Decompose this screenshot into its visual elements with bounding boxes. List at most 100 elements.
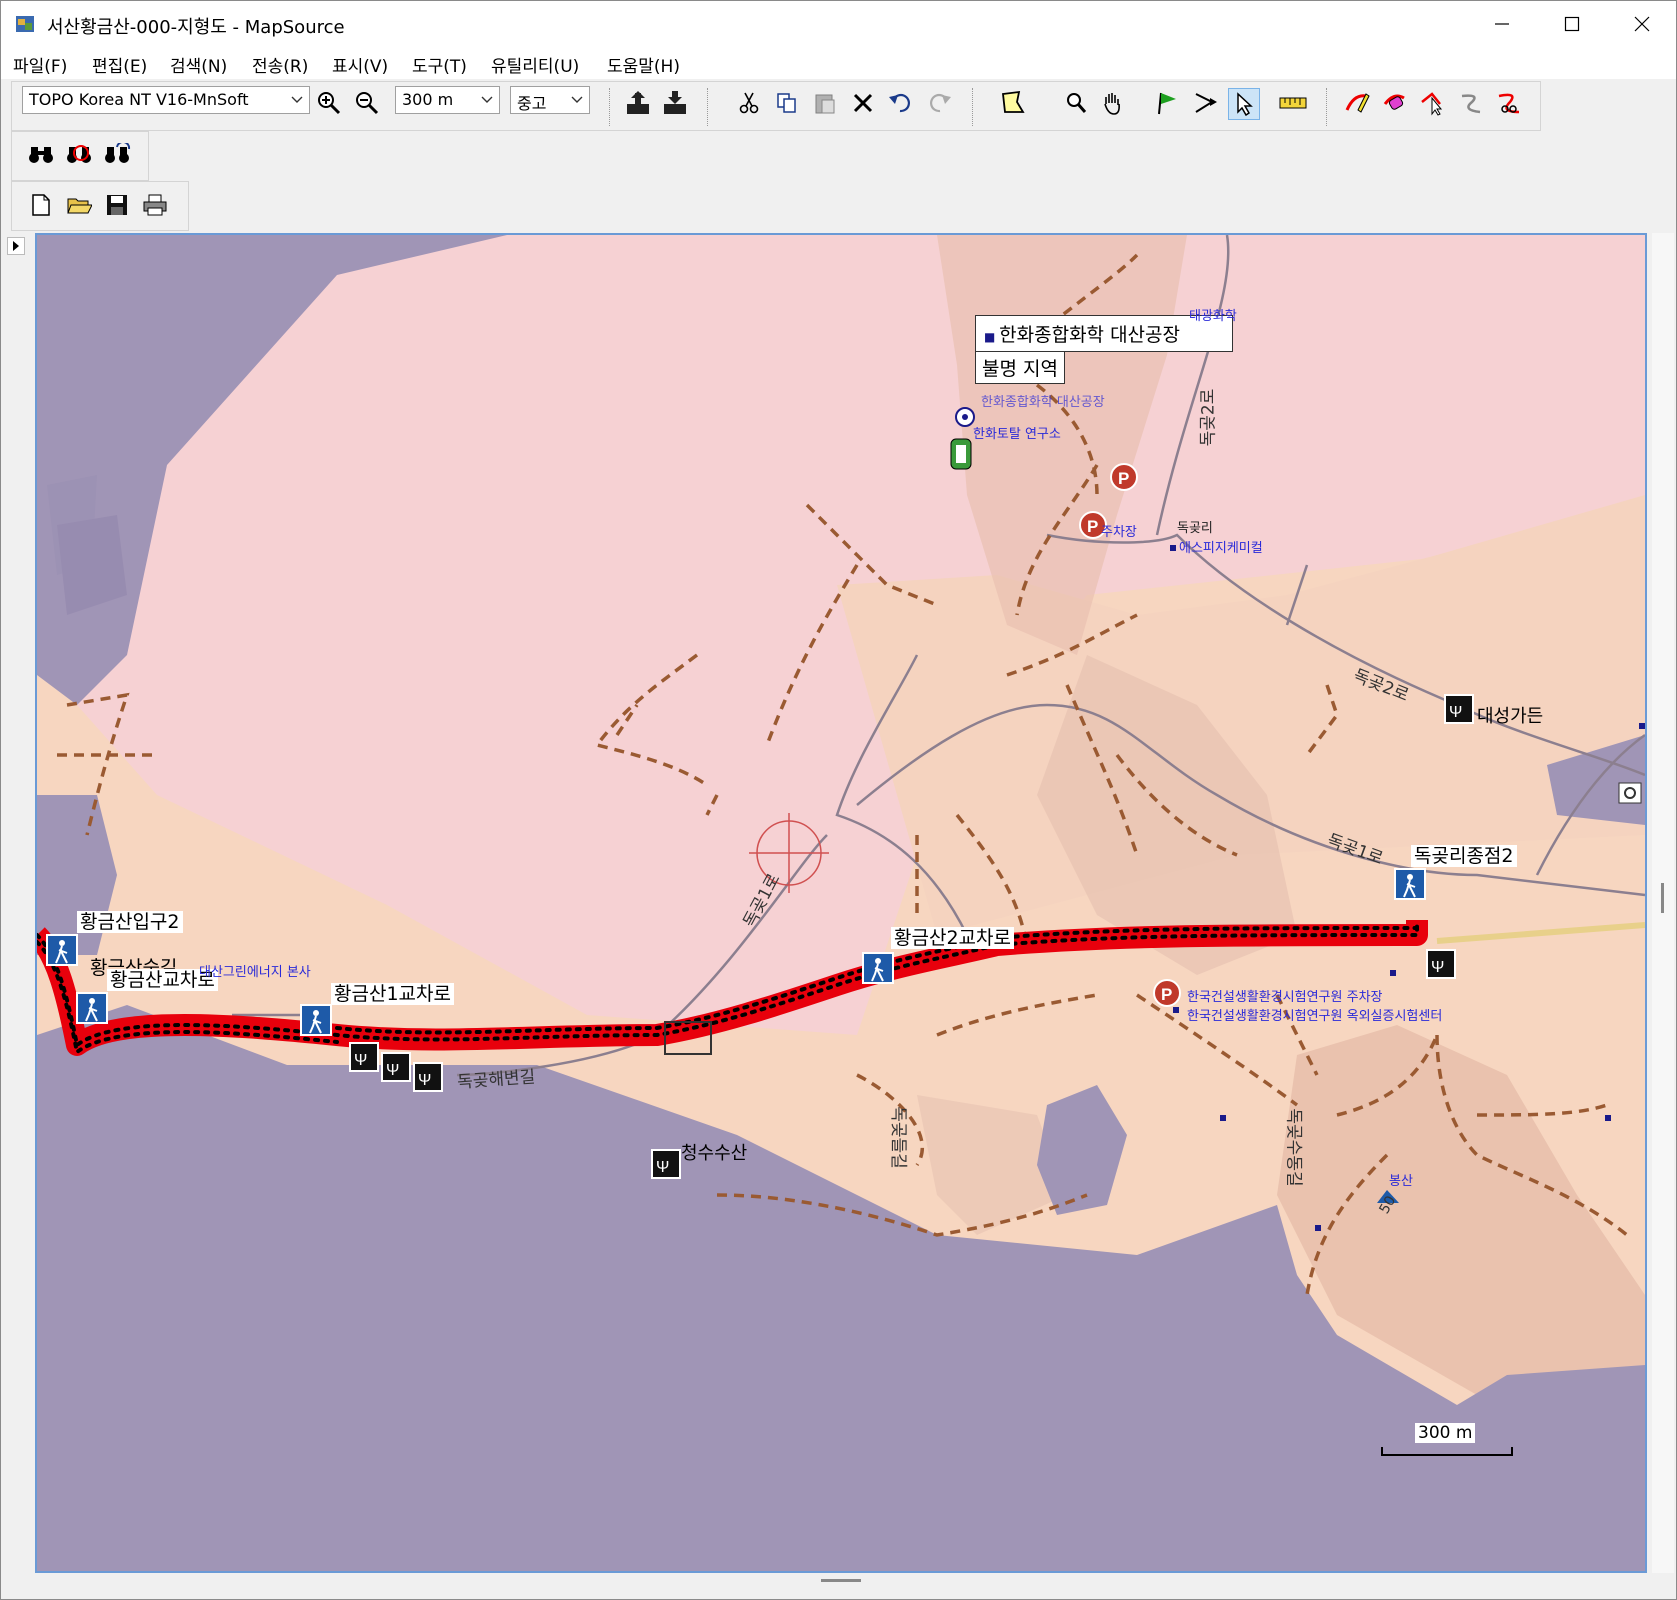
parking-icon[interactable]: P (1110, 463, 1138, 491)
menu-help[interactable]: 도움말(H) (607, 52, 680, 77)
poi-label[interactable]: 대성가든 (1477, 702, 1543, 728)
main-toolbar: TOPO Korea NT V16-MnSoft 300 m 중고 (11, 81, 1541, 131)
binoculars-refresh-icon (105, 143, 131, 163)
expand-right-icon (13, 241, 19, 251)
map-select-tool-button[interactable] (997, 88, 1027, 118)
landmark-icon[interactable] (955, 407, 975, 427)
menu-edit[interactable]: 편집(E) (92, 52, 147, 77)
hiker-waypoint-icon[interactable] (46, 934, 78, 966)
receive-from-device-button[interactable] (623, 88, 653, 118)
svg-text:Ψ: Ψ (1431, 959, 1444, 976)
poi-label[interactable]: 한화토탈 연구소 (973, 423, 1061, 442)
send-to-device-button[interactable] (660, 88, 690, 118)
zoom-in-button[interactable] (314, 88, 344, 118)
research-facility-icon[interactable] (950, 438, 972, 470)
poi-label[interactable]: 대산그린에너지 본사 (199, 961, 311, 980)
zoom-scale-select[interactable]: 300 m (395, 86, 500, 114)
detail-level-select[interactable]: 중고 (510, 86, 590, 114)
toolbar-separator (972, 88, 973, 126)
poi-label[interactable]: 주차장 (1101, 521, 1137, 540)
floppy-disk-icon (107, 195, 127, 215)
copy-icon (777, 93, 796, 113)
route-tool-button[interactable] (1190, 88, 1220, 118)
cut-button[interactable] (734, 88, 764, 118)
scrollbar-thumb[interactable] (1661, 883, 1664, 913)
poi-label[interactable]: 독곶리 (1177, 517, 1213, 536)
map-view[interactable]: P P P Ψ Ψ Ψ Ψ Ψ Ψ ■ 한화종합화학 대산공장 불명 지역 황금… (35, 233, 1647, 1573)
track-join-tool-button[interactable] (1456, 88, 1486, 118)
find-near-button[interactable] (64, 140, 94, 170)
menu-view[interactable]: 표시(V) (332, 52, 388, 77)
poi-label[interactable]: 한국건설생활환경시험연구원 옥외실증시험센터 (1187, 1005, 1442, 1024)
menu-bar: 파일(F) 편집(E) 검색(N) 전송(R) 표시(V) 도구(T) 유틸리티… (1, 47, 1676, 79)
zoom-tool-button[interactable] (1060, 88, 1090, 118)
poi-label[interactable]: 한화종합화학 대산공장 (981, 391, 1105, 410)
measure-tool-button[interactable] (1278, 88, 1308, 118)
restaurant-icon[interactable]: Ψ (1444, 694, 1474, 724)
restaurant-icon[interactable]: Ψ (651, 1149, 681, 1179)
track-select-tool-button[interactable] (1418, 88, 1448, 118)
mapsource-window: 서산황금산-000-지형도 - MapSource 파일(F) 편집(E) 검색… (0, 0, 1677, 1600)
new-file-button[interactable] (26, 190, 56, 220)
print-button[interactable] (140, 190, 170, 220)
hiker-waypoint-icon[interactable] (76, 992, 108, 1024)
find-toolbar (11, 131, 149, 181)
poi-label[interactable]: 태광화학 (1189, 305, 1237, 324)
zoom-out-button[interactable] (352, 88, 382, 118)
maximize-button[interactable] (1537, 1, 1607, 47)
waypoint-tool-button[interactable] (1152, 88, 1182, 118)
pan-tool-button[interactable] (1098, 88, 1128, 118)
paste-button[interactable] (810, 88, 840, 118)
poi-dot (1390, 970, 1396, 976)
undo-button[interactable] (886, 88, 916, 118)
poi-label[interactable]: 에스피지케미컬 (1179, 537, 1263, 556)
delete-button[interactable] (848, 88, 878, 118)
open-file-button[interactable] (64, 190, 94, 220)
minimize-button[interactable] (1467, 1, 1537, 47)
waypoint-label[interactable]: 황금산2교차로 (891, 927, 1014, 949)
close-button[interactable] (1607, 1, 1677, 47)
hiker-waypoint-icon[interactable] (1394, 868, 1426, 900)
menu-file[interactable]: 파일(F) (13, 52, 67, 77)
find-button[interactable] (26, 140, 56, 170)
horizontal-splitter-grip[interactable] (821, 1579, 861, 1582)
parking-icon[interactable]: P (1153, 979, 1181, 1007)
erase-tool-button[interactable] (1380, 88, 1410, 118)
toolbar-separator (609, 88, 610, 126)
copy-button[interactable] (772, 88, 802, 118)
zoom-out-icon (356, 92, 379, 115)
restaurant-icon[interactable]: Ψ (413, 1062, 443, 1092)
select-tool-button[interactable] (1228, 88, 1260, 120)
menu-tools[interactable]: 도구(T) (412, 52, 467, 77)
close-icon (1634, 16, 1650, 32)
redo-button[interactable] (924, 88, 954, 118)
binoculars-icon (29, 147, 53, 163)
save-file-button[interactable] (102, 190, 132, 220)
map-product-select[interactable]: TOPO Korea NT V16-MnSoft (22, 86, 310, 114)
poi-label[interactable]: 봉산 (1389, 1170, 1413, 1189)
tooltip-region-name: 불명 지역 (982, 358, 1058, 380)
menu-utilities[interactable]: 유틸리티(U) (491, 52, 579, 77)
camera-icon[interactable] (1618, 782, 1642, 804)
menu-search[interactable]: 검색(N) (170, 52, 227, 77)
menu-transfer[interactable]: 전송(R) (252, 52, 308, 77)
waypoint-label[interactable]: 황금산입구2 (77, 911, 183, 933)
hiker-waypoint-icon[interactable] (862, 952, 894, 984)
poi-dot (1605, 1115, 1611, 1121)
poi-label[interactable]: 한국건설생활환경시험연구원 주차장 (1187, 986, 1383, 1005)
map-vertical-scrollbar[interactable] (1652, 233, 1674, 1573)
restaurant-icon[interactable]: Ψ (381, 1052, 411, 1082)
waypoint-label[interactable]: 독곶리종점2 (1411, 845, 1517, 867)
waypoint-label[interactable]: 황금산1교차로 (331, 983, 454, 1005)
poi-label[interactable]: 청수수산 (681, 1139, 747, 1165)
track-divide-tool-button[interactable] (1494, 88, 1524, 118)
restaurant-icon[interactable]: Ψ (349, 1042, 379, 1072)
poi-dot (1220, 1115, 1226, 1121)
hiker-waypoint-icon[interactable] (300, 1004, 332, 1036)
find-next-button[interactable] (102, 140, 132, 170)
scissors-icon (739, 92, 759, 114)
map-canvas[interactable]: P P P Ψ Ψ Ψ Ψ Ψ Ψ (37, 235, 1645, 1571)
restaurant-icon[interactable]: Ψ (1426, 949, 1456, 979)
track-draw-tool-button[interactable] (1342, 88, 1372, 118)
sidebar-expand-button[interactable] (7, 237, 25, 255)
